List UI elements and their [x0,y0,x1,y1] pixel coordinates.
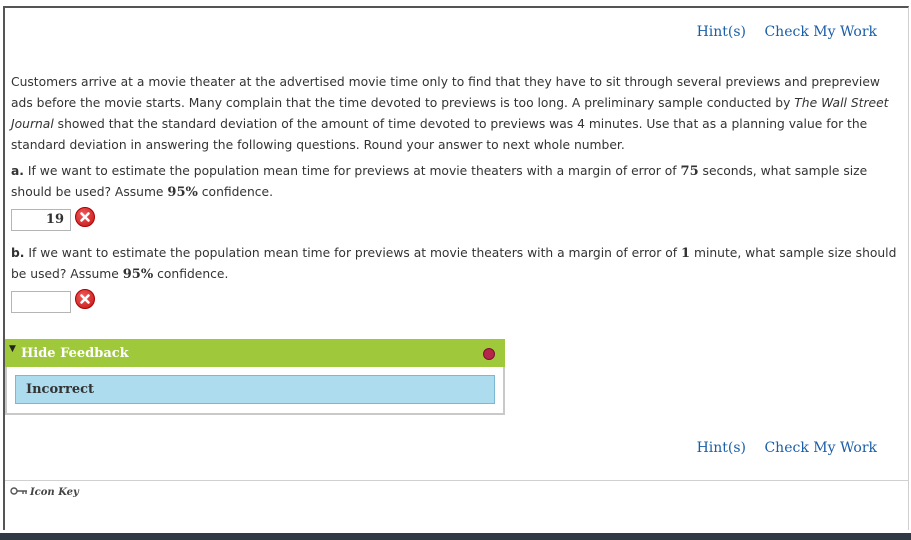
feedback-panel: ▼ Hide Feedback Incorrect [5,339,505,415]
part-a-label: a. [11,164,24,178]
bottom-bar [0,533,911,540]
check-my-work-link-top[interactable]: Check My Work [764,24,877,40]
part-b-margin-value: 1 [681,246,691,261]
divider [5,480,909,481]
hints-link-top[interactable]: Hint(s) [697,24,746,40]
close-icon[interactable] [483,348,495,360]
part-b-confidence: 95% [122,267,154,282]
hints-link-bottom[interactable]: Hint(s) [697,440,746,456]
check-my-work-link-bottom[interactable]: Check My Work [764,440,877,456]
part-a-question: a. If we want to estimate the population… [11,161,899,203]
part-b-text-3: confidence. [153,267,229,281]
part-b-question: b. If we want to estimate the population… [11,243,899,285]
part-a-confidence: 95% [167,185,198,200]
feedback-header[interactable]: ▼ Hide Feedback [5,339,505,367]
part-b-text-1: If we want to estimate the population me… [24,246,682,260]
intro-text-2: showed that the standard deviation of th… [11,117,868,152]
icon-key-label: Icon Key [30,487,79,498]
x-circle-icon [75,289,95,309]
intro-text-1: Customers arrive at a movie theater at t… [11,75,880,110]
part-a-text-3: confidence. [197,185,274,199]
feedback-title: Hide Feedback [21,346,129,361]
part-a-text-1: If we want to estimate the population me… [23,164,681,178]
icon-key[interactable]: Icon Key [10,486,79,499]
bottom-nav-links: Hint(s) Check My Work [683,440,877,456]
question-intro: Customers arrive at a movie theater at t… [11,72,899,156]
part-b-answer-row [11,289,899,321]
key-icon [10,486,28,499]
part-a-answer-row: 19 [11,207,899,239]
feedback-message: Incorrect [15,375,495,404]
x-circle-icon [75,207,95,227]
part-b-label: b. [11,246,25,260]
question-content: Customers arrive at a movie theater at t… [11,72,899,325]
triangle-down-icon: ▼ [9,344,16,354]
part-a-margin-value: 75 [680,164,699,179]
top-nav-links: Hint(s) Check My Work [683,24,877,40]
part-b-answer-input[interactable] [11,291,71,313]
part-a-answer-input[interactable]: 19 [11,209,71,231]
